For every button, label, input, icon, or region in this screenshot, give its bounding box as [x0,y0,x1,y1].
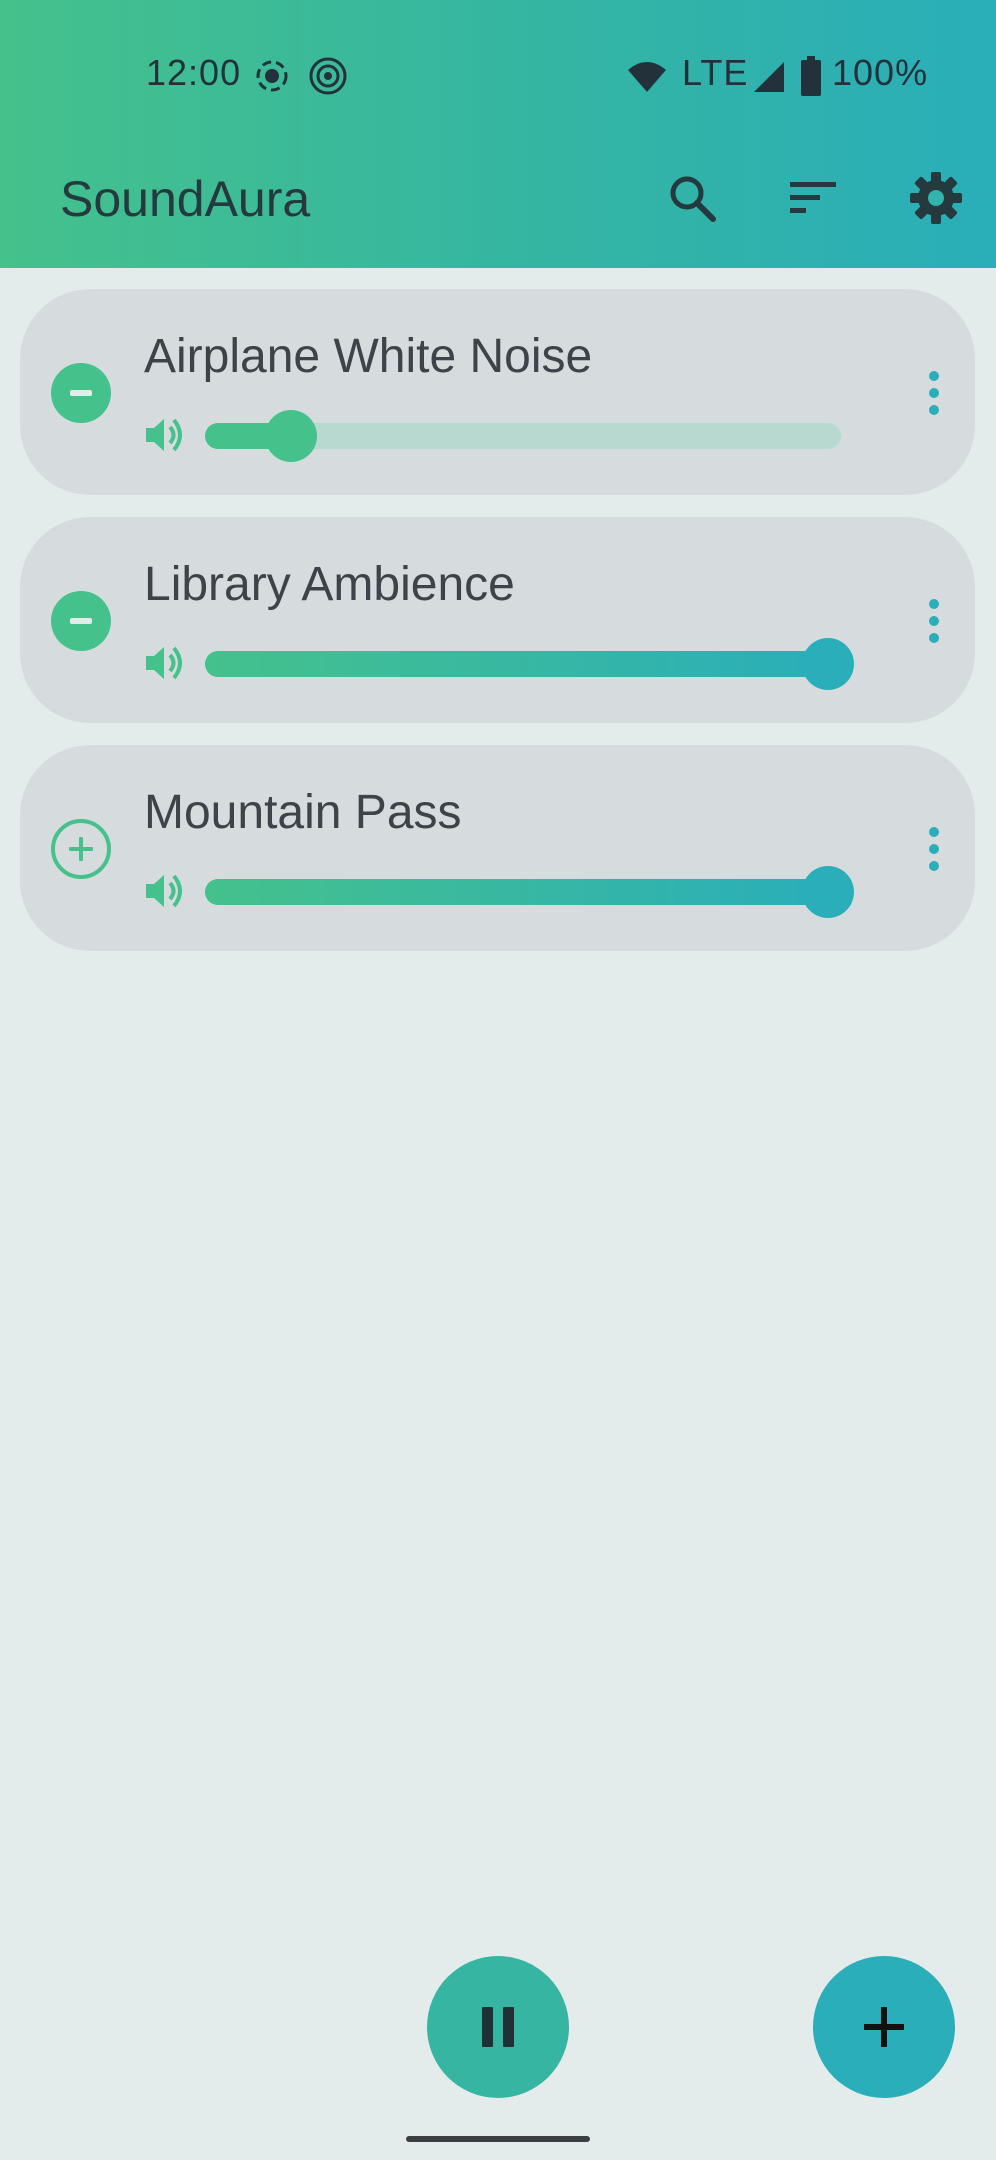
track-card: Mountain Pass [20,745,975,951]
search-button[interactable] [652,158,732,238]
volume-slider[interactable] [205,410,841,462]
track-card: Airplane White Noise [20,289,975,495]
app-title: SoundAura [60,171,311,227]
volume-icon [146,646,182,680]
sort-button[interactable] [774,158,854,238]
remove-icon[interactable] [50,362,112,424]
volume-slider[interactable] [205,866,854,918]
volume-thumb[interactable] [802,638,854,690]
settings-icon [910,172,962,224]
app-bar: 12:00 LTE 100% SoundAura [0,0,996,268]
volume-slider[interactable] [205,638,854,690]
track-name: Mountain Pass [144,786,462,839]
battery-icon [801,56,821,96]
volume-thumb[interactable] [265,410,318,462]
remove-icon[interactable] [50,590,112,652]
home-indicator[interactable] [406,2136,590,2142]
search-icon [670,176,716,222]
more-vert-icon [929,371,939,415]
volume-icon [146,418,182,452]
more-vert-icon [929,827,939,871]
more-vert-icon [929,599,939,643]
settings-button[interactable] [896,158,976,238]
network-type: LTE [682,52,749,93]
hotspot-icon [309,57,347,95]
track-more-button[interactable] [906,353,962,433]
cell-signal-icon [754,62,784,92]
volume-icon [146,874,182,908]
screen-record-icon [256,60,288,92]
volume-fill [205,879,828,905]
track-name: Library Ambience [144,558,515,611]
battery-percent: 100% [832,52,929,93]
status-time: 12:00 [146,52,242,93]
add-track-button[interactable] [813,1956,955,2098]
wifi-icon [628,62,666,92]
pause-icon [482,2007,514,2047]
track-card: Library Ambience [20,517,975,723]
track-name: Airplane White Noise [144,330,593,383]
track-more-button[interactable] [906,809,962,889]
add-icon[interactable] [50,818,112,880]
track-more-button[interactable] [906,581,962,661]
add-icon [864,2007,904,2047]
volume-fill [205,651,828,677]
play-pause-button[interactable] [427,1956,569,2098]
sort-icon [790,182,836,213]
volume-thumb[interactable] [802,866,854,918]
